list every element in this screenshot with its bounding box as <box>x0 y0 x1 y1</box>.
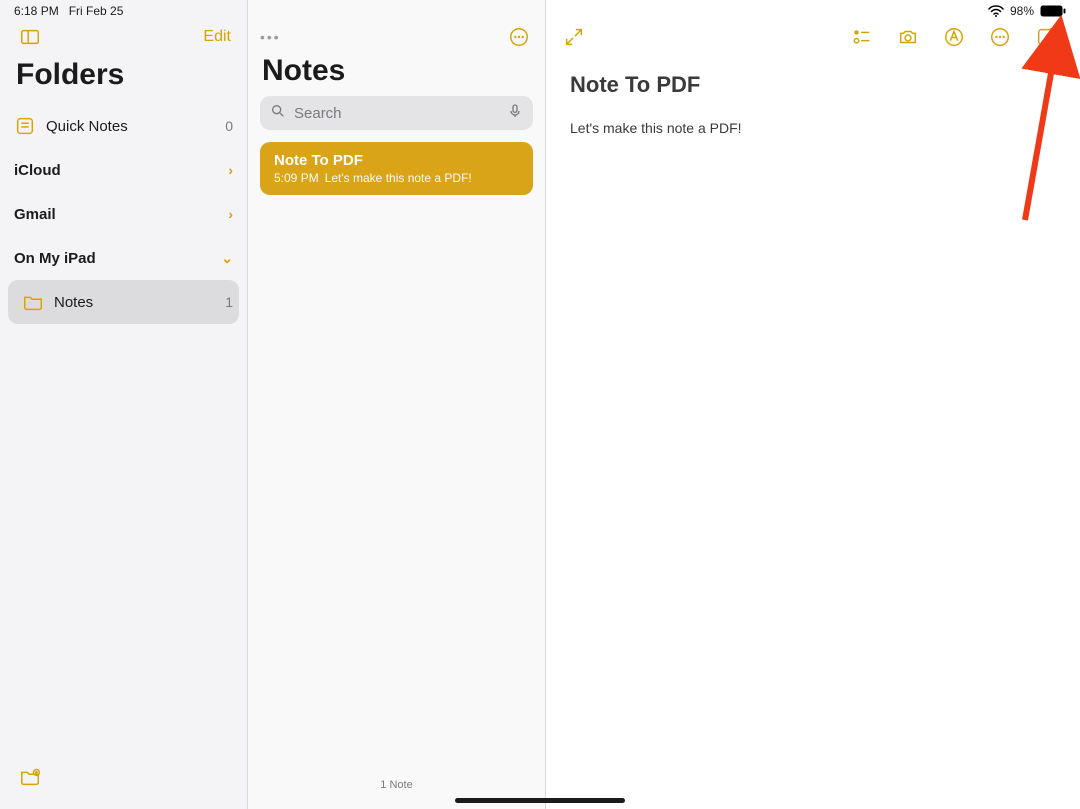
account-label: On My iPad <box>14 250 211 267</box>
edit-button[interactable]: Edit <box>203 28 231 46</box>
note-editor: Note To PDF Let's make this note a PDF! <box>546 0 1080 809</box>
expand-note-button[interactable] <box>560 23 588 51</box>
status-date: Fri Feb 25 <box>69 4 124 18</box>
folder-label: Notes <box>54 294 215 311</box>
notes-footer-count: 1 Note <box>248 779 545 809</box>
folder-count: 0 <box>225 118 233 134</box>
new-folder-button[interactable] <box>16 763 44 791</box>
search-icon <box>270 103 286 123</box>
note-item-time: 5:09 PM <box>274 171 319 185</box>
account-gmail[interactable]: Gmail › <box>0 192 247 236</box>
compose-new-note-button[interactable] <box>1032 23 1060 51</box>
column-drag-handle-icon[interactable]: ••• <box>260 29 281 45</box>
account-icloud[interactable]: iCloud › <box>0 148 247 192</box>
note-item-preview: Let's make this note a PDF! <box>325 171 472 185</box>
note-list-item[interactable]: Note To PDF 5:09 PM Let's make this note … <box>260 142 533 195</box>
dictation-icon[interactable] <box>507 103 523 123</box>
note-body[interactable]: Let's make this note a PDF! <box>570 120 1056 136</box>
status-time: 6:18 PM <box>14 4 59 18</box>
folder-quick-notes[interactable]: Quick Notes 0 <box>0 104 247 148</box>
note-item-title: Note To PDF <box>274 152 519 169</box>
status-battery-pct: 98% <box>1010 4 1034 18</box>
wifi-icon <box>988 5 1004 17</box>
folder-count: 1 <box>225 294 233 310</box>
folder-notes[interactable]: Notes 1 <box>8 280 239 324</box>
chevron-right-icon: › <box>228 206 233 222</box>
folders-title: Folders <box>0 52 247 104</box>
markup-button[interactable] <box>940 23 968 51</box>
chevron-down-icon: ⌄ <box>221 250 233 267</box>
battery-icon <box>1040 5 1066 17</box>
notes-more-button[interactable] <box>505 23 533 51</box>
account-label: iCloud <box>14 162 218 179</box>
search-input[interactable]: Search <box>260 96 533 130</box>
chevron-right-icon: › <box>228 162 233 178</box>
folder-label: Quick Notes <box>46 118 215 135</box>
note-title[interactable]: Note To PDF <box>570 72 1056 98</box>
sidebar-toggle-icon[interactable] <box>16 23 44 51</box>
folder-icon <box>22 291 44 313</box>
search-placeholder: Search <box>294 105 342 122</box>
notes-list-title: Notes <box>248 52 545 96</box>
home-indicator <box>455 798 625 803</box>
account-on-my-ipad[interactable]: On My iPad ⌄ <box>0 236 247 280</box>
checklist-button[interactable] <box>848 23 876 51</box>
account-label: Gmail <box>14 206 218 223</box>
editor-more-button[interactable] <box>986 23 1014 51</box>
notes-list-column: ••• Notes Search Note To PDF 5:09 PM Let'… <box>248 0 546 809</box>
camera-button[interactable] <box>894 23 922 51</box>
status-bar: 6:18 PM Fri Feb 25 98% <box>0 0 1080 22</box>
folders-sidebar: Edit Folders Quick Notes 0 iCloud › Gmai… <box>0 0 248 809</box>
quick-notes-icon <box>14 115 36 137</box>
